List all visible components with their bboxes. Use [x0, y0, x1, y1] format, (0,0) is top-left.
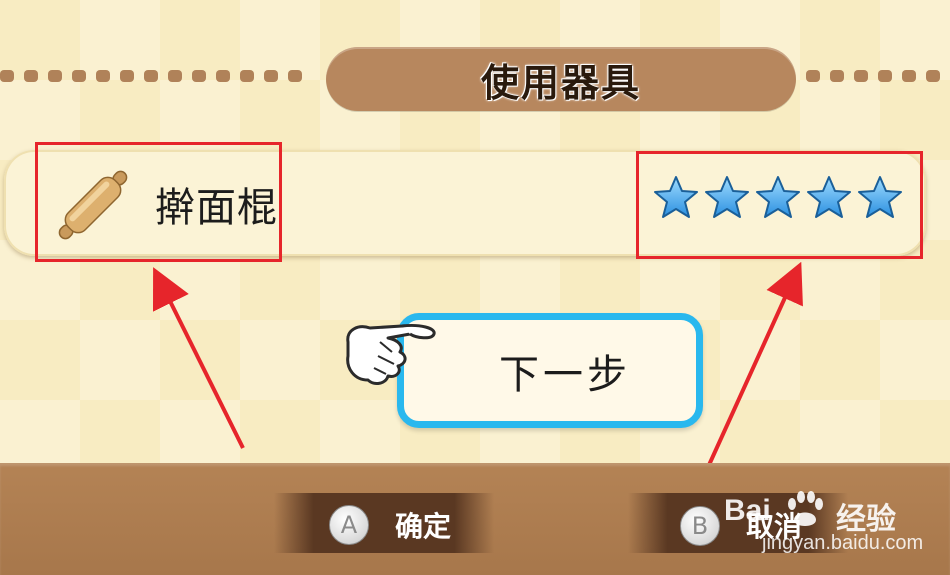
confirm-label: 确定	[395, 510, 452, 543]
arrow-to-tool	[152, 267, 245, 449]
watermark-brand: Bai	[724, 494, 771, 527]
paw-logo-icon	[788, 491, 823, 526]
b-button-icon: B	[680, 506, 720, 546]
confirm-tab[interactable]	[274, 493, 494, 553]
watermark-url: jingyan.baidu.com	[762, 532, 924, 554]
next-step-label: 下一步	[499, 351, 631, 398]
a-button-icon: A	[329, 505, 369, 545]
next-step-button[interactable]: 下一步	[397, 313, 703, 428]
arrow-to-rating	[707, 261, 803, 466]
pointing-hand-icon	[346, 324, 436, 385]
